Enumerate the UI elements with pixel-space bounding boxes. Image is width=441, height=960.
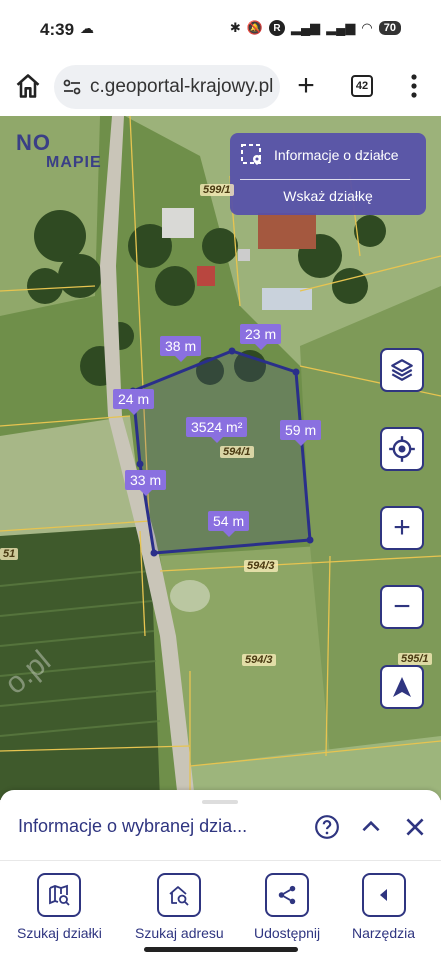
- gesture-bar[interactable]: [144, 947, 298, 952]
- parcel-search-icon: [49, 884, 71, 906]
- tools-icon: [379, 889, 387, 901]
- locate-icon: [389, 436, 415, 462]
- url-text[interactable]: c.geoportal-krajowy.pl: [90, 76, 273, 98]
- layers-button[interactable]: [380, 348, 424, 392]
- nav-label: Narzędzia: [352, 925, 416, 941]
- site-settings-icon[interactable]: [54, 79, 90, 95]
- signal-icon: ▂▄▆: [290, 20, 321, 35]
- area-label: 3524 m²: [186, 417, 248, 443]
- nav-label: Szukaj działki: [17, 925, 102, 941]
- signal2-icon: ▂▄▆: [326, 20, 356, 35]
- parcel-info-panel[interactable]: Informacje o działce Wskaż działkę: [230, 133, 426, 215]
- panel-divider: [240, 179, 410, 180]
- tools-button[interactable]: [361, 873, 406, 917]
- help-icon[interactable]: [314, 814, 340, 840]
- measure-label: 38 m: [160, 336, 202, 362]
- locate-button[interactable]: [380, 427, 424, 471]
- parcel-info-row[interactable]: Informacje o działce: [240, 143, 399, 167]
- parcel-number: 595/1: [398, 653, 432, 665]
- close-icon[interactable]: [402, 814, 428, 840]
- status-time: 4:39: [40, 20, 75, 39]
- parcel-number: 599/1: [200, 184, 234, 196]
- bottom-navigation: Szukaj działki Szukaj adresu Udostępnij: [0, 860, 441, 960]
- parcel-search-button[interactable]: [37, 873, 82, 917]
- address-search-icon: [169, 886, 189, 906]
- parcel-number: 594/3: [244, 560, 278, 572]
- browser-toolbar: c.geoportal-krajowy.pl + 42: [0, 58, 441, 116]
- parcel-number: 594/3: [242, 654, 276, 666]
- wifi-icon: ◠: [361, 20, 373, 35]
- measure-label: 33 m: [125, 470, 167, 496]
- battery-indicator: 70: [378, 21, 401, 35]
- nav-label: Szukaj adresu: [135, 925, 224, 941]
- measure-label: 54 m: [208, 511, 250, 537]
- measure-label: 59 m: [280, 420, 322, 446]
- home-icon[interactable]: [14, 72, 42, 100]
- parcel-info-title: Informacje o działce: [274, 147, 399, 163]
- sheet-handle[interactable]: [202, 800, 238, 804]
- point-parcel-button[interactable]: Wskaż działkę: [230, 188, 426, 204]
- sheet-title[interactable]: Informacje o wybranej dzia...: [18, 816, 247, 837]
- share-button[interactable]: [265, 873, 310, 917]
- select-area-icon: [241, 144, 261, 165]
- map-view[interactable]: NO MAPIE Informacje o działce Wskaż dzia…: [0, 116, 441, 800]
- cloud-icon: ☁: [80, 20, 94, 36]
- measure-label: 23 m: [240, 324, 282, 350]
- layers-icon: [391, 359, 413, 381]
- new-tab-button[interactable]: +: [292, 68, 320, 104]
- tab-switcher-button[interactable]: 42: [351, 75, 373, 97]
- nav-tools[interactable]: Narzędzia: [352, 873, 415, 941]
- r-badge: R: [268, 20, 285, 36]
- bluetooth-icon: ✱: [229, 20, 241, 35]
- nav-parcel-search[interactable]: Szukaj działki: [17, 873, 102, 941]
- measure-label: 24 m: [113, 389, 155, 415]
- info-sheet[interactable]: Informacje o wybranej dzia...: [0, 790, 441, 862]
- address-search-button[interactable]: [157, 873, 202, 917]
- nav-share[interactable]: Udostępnij: [254, 873, 320, 941]
- parcel-number: 51: [0, 548, 19, 560]
- north-arrow-icon: [393, 677, 411, 697]
- mute-icon: 🔕: [246, 20, 263, 35]
- parcel-number: 594/1: [220, 446, 254, 458]
- zoom-out-button[interactable]: −: [380, 585, 424, 629]
- map-logo: NO MAPIE: [16, 130, 102, 171]
- aerial-map[interactable]: [0, 116, 441, 800]
- overflow-menu-icon[interactable]: [404, 70, 424, 102]
- zoom-in-button[interactable]: +: [380, 506, 424, 550]
- zoom-in-icon: +: [393, 511, 411, 544]
- north-arrow-button[interactable]: [380, 665, 424, 709]
- share-icon: [278, 885, 296, 905]
- status-icons: ✱ 🔕 R ▂▄▆ ▂▄▆ ◠ 70: [230, 20, 401, 36]
- chevron-up-icon[interactable]: [358, 814, 384, 840]
- status-bar: 4:39 ☁ ✱ 🔕 R ▂▄▆ ▂▄▆ ◠ 70: [0, 0, 441, 58]
- nav-label: Udostępnij: [254, 925, 321, 941]
- zoom-out-icon: −: [393, 590, 411, 623]
- nav-address-search[interactable]: Szukaj adresu: [135, 873, 224, 941]
- url-bar[interactable]: c.geoportal-krajowy.pl: [54, 65, 280, 109]
